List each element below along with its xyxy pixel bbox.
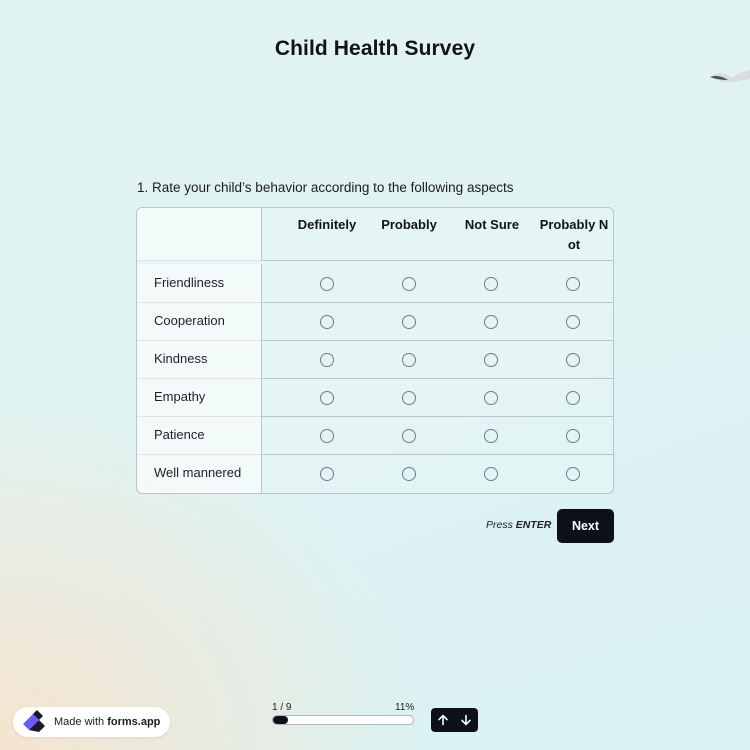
column-header-probably: Probably	[381, 217, 437, 232]
bird-icon	[710, 70, 750, 83]
radio-well-mannered-probably-not[interactable]	[566, 467, 580, 481]
radio-patience-probably[interactable]	[402, 429, 416, 443]
next-button[interactable]: Next	[557, 509, 614, 543]
radio-empathy-probably[interactable]	[402, 391, 416, 405]
matrix-corner-cell	[137, 208, 262, 261]
row-label: Well mannered	[154, 465, 242, 480]
radio-kindness-probably[interactable]	[402, 353, 416, 367]
arrow-up-icon	[437, 714, 448, 726]
column-header-probably-not: Probably Not	[539, 217, 609, 252]
radio-kindness-definitely[interactable]	[320, 353, 334, 367]
radio-cooperation-definitely[interactable]	[320, 315, 334, 329]
previous-question-button[interactable]	[431, 708, 455, 732]
progress-bar	[272, 715, 414, 725]
row-label: Empathy	[154, 389, 206, 404]
radio-empathy-probably-not[interactable]	[566, 391, 580, 405]
matrix-row-cooperation: Cooperation	[137, 302, 613, 340]
press-enter-hint: Press ENTER	[486, 519, 552, 531]
radio-kindness-not-sure[interactable]	[484, 353, 498, 367]
radio-empathy-not-sure[interactable]	[484, 391, 498, 405]
progress-percent: 11%	[395, 702, 415, 713]
matrix-row-patience: Patience	[137, 416, 613, 454]
row-label: Friendliness	[154, 275, 225, 290]
radio-cooperation-probably[interactable]	[402, 315, 416, 329]
question-text: 1. Rate your child’s behavior according …	[137, 180, 514, 195]
matrix-header: Definitely Probably Not Sure Probably No…	[137, 208, 613, 261]
matrix-row-well-mannered: Well mannered	[137, 454, 613, 493]
matrix-row-friendliness: Friendliness	[137, 264, 613, 302]
radio-well-mannered-not-sure[interactable]	[484, 467, 498, 481]
column-header-not-sure: Not Sure	[464, 217, 520, 232]
row-label: Cooperation	[154, 313, 225, 328]
radio-well-mannered-probably[interactable]	[402, 467, 416, 481]
rating-matrix: Definitely Probably Not Sure Probably No…	[136, 207, 614, 494]
made-with-badge[interactable]: Made with forms.app	[13, 707, 170, 737]
radio-kindness-probably-not[interactable]	[566, 353, 580, 367]
progress-bar-fill	[273, 716, 289, 724]
radio-friendliness-probably-not[interactable]	[566, 277, 580, 291]
page-title: Child Health Survey	[274, 37, 476, 60]
brand-name: forms.app	[107, 716, 161, 728]
enter-key-label: ENTER	[515, 519, 552, 531]
radio-patience-definitely[interactable]	[320, 429, 334, 443]
radio-friendliness-not-sure[interactable]	[484, 277, 498, 291]
next-question-button[interactable]	[455, 708, 479, 732]
column-header-definitely: Definitely	[297, 217, 357, 232]
matrix-row-kindness: Kindness	[137, 340, 613, 378]
radio-cooperation-not-sure[interactable]	[484, 315, 498, 329]
radio-patience-not-sure[interactable]	[484, 429, 498, 443]
row-label: Kindness	[154, 351, 208, 366]
radio-well-mannered-definitely[interactable]	[320, 467, 334, 481]
question-navigation	[431, 708, 478, 732]
progress-counter: 1 / 9	[272, 702, 292, 713]
radio-friendliness-probably[interactable]	[402, 277, 416, 291]
matrix-row-empathy: Empathy	[137, 378, 613, 416]
radio-empathy-definitely[interactable]	[320, 391, 334, 405]
row-label: Patience	[154, 427, 205, 442]
radio-friendliness-definitely[interactable]	[320, 277, 334, 291]
arrow-down-icon	[461, 714, 472, 726]
radio-cooperation-probably-not[interactable]	[566, 315, 580, 329]
forms-app-logo-icon	[23, 710, 45, 732]
radio-patience-probably-not[interactable]	[566, 429, 580, 443]
